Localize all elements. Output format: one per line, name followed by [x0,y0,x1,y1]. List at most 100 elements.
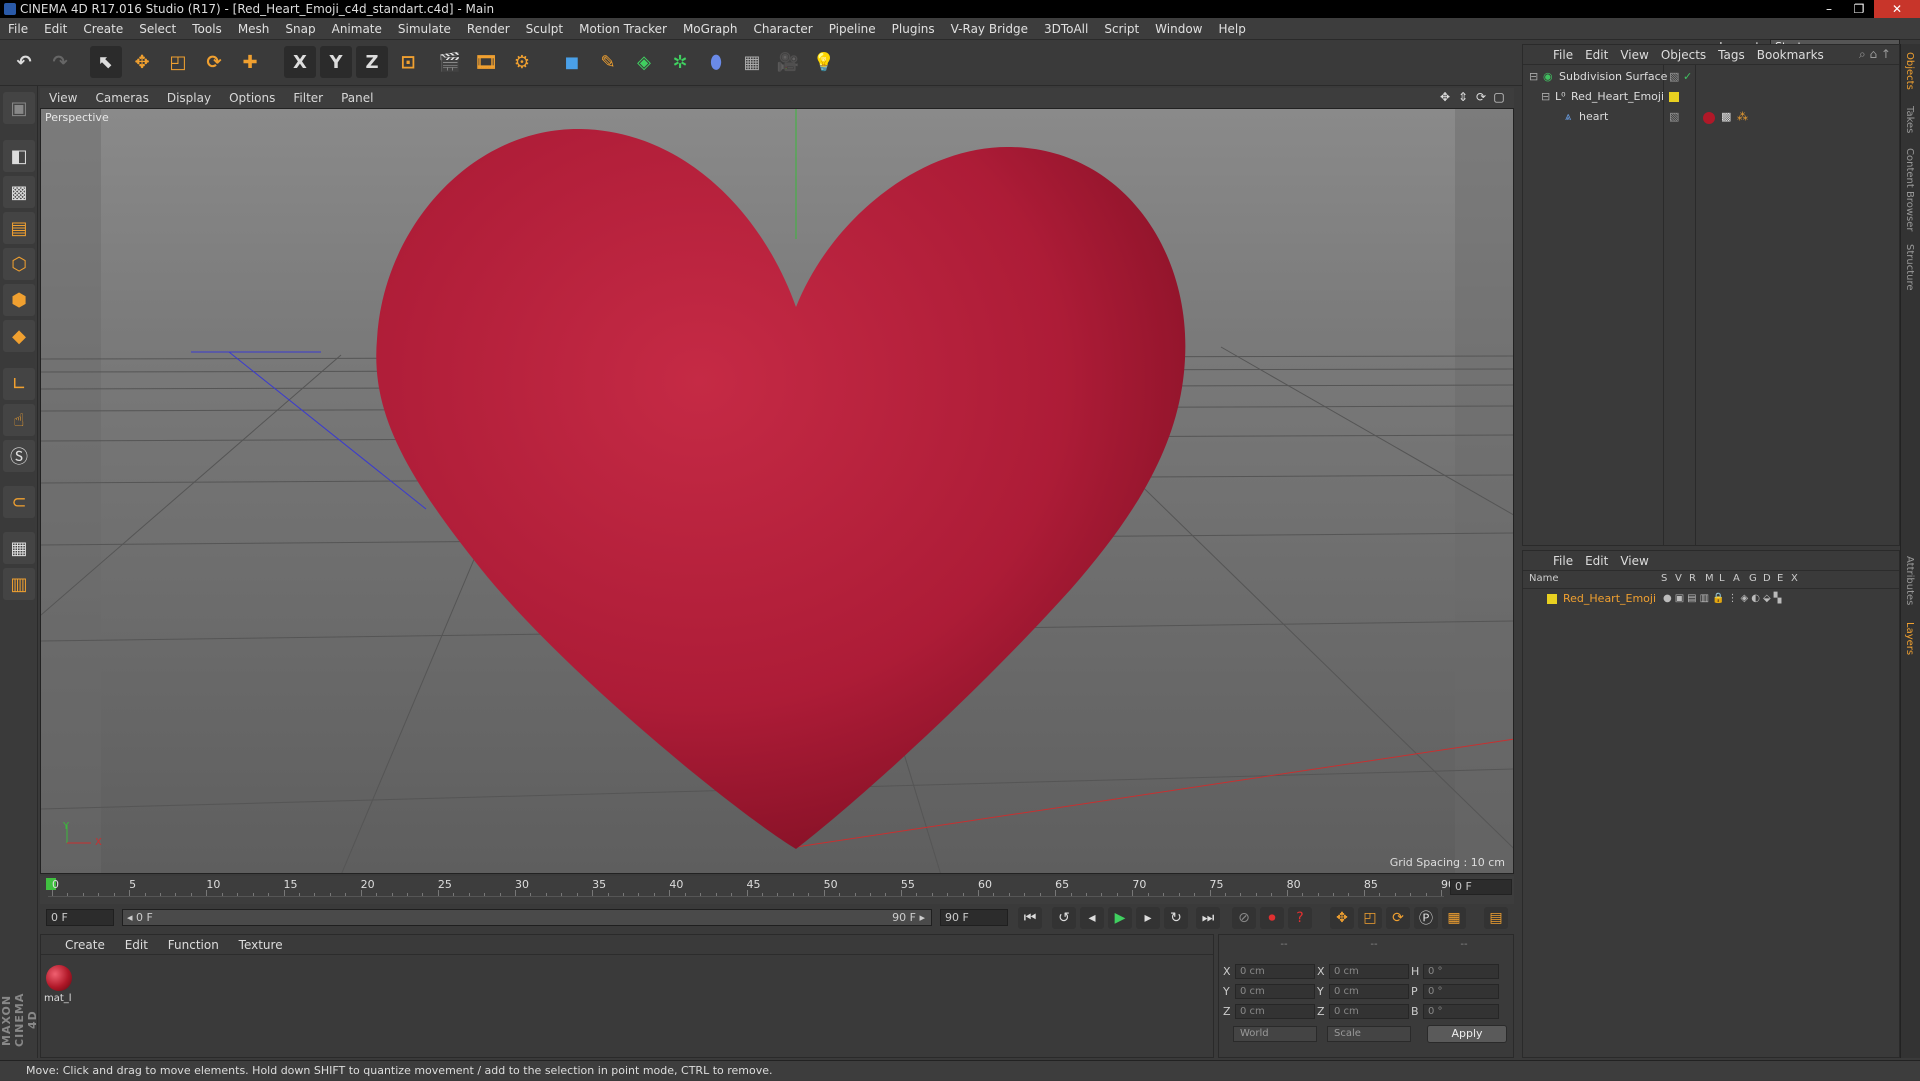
tweak-mode-icon[interactable]: ☝ [3,404,35,436]
menu-window[interactable]: Window [1147,18,1210,40]
edges-mode-icon[interactable]: ⬢ [3,284,35,316]
viewport-camera-label[interactable]: Perspective [45,111,109,124]
polygons-mode-icon[interactable]: ◆ [3,320,35,352]
viewport-menu-cameras[interactable]: Cameras [86,91,157,105]
scale-tool-icon[interactable]: ◰ [162,46,194,78]
z-axis-lock-button[interactable]: Z [356,46,388,78]
render-picture-viewer-icon[interactable]: 🎞 [470,46,502,78]
deformer-icon[interactable]: ⬮ [700,46,732,78]
menu-simulate[interactable]: Simulate [390,18,459,40]
layer-flag-icons[interactable]: ●▣▤▥🔒⋮◈◐⬙▚ [1663,589,1784,609]
tab-layers[interactable]: Layers [1904,622,1915,655]
key-rotation-icon[interactable]: ⟳ [1386,907,1410,929]
grid-snap-icon[interactable]: ▥ [3,568,35,600]
viewport-menu-display[interactable]: Display [158,91,220,105]
array-icon[interactable]: ✲ [664,46,696,78]
select-tool-icon[interactable]: ⬉ [90,46,122,78]
layer-color-swatch[interactable] [1547,594,1557,604]
viewport-menu-filter[interactable]: Filter [284,91,332,105]
start-frame-field[interactable]: 0 F [46,909,114,926]
autokey-icon[interactable]: ⏺ [1260,907,1284,929]
cube-object-icon[interactable]: ◼ [556,46,588,78]
column-expressions[interactable]: E [1777,573,1783,584]
spline-pen-icon[interactable]: ✎ [592,46,624,78]
viewport-menu-view[interactable]: View [40,91,86,105]
coordinate-mode-dropdown[interactable]: Scale [1327,1026,1411,1042]
position-z-field[interactable]: 0 cm [1235,1003,1315,1019]
next-frame-icon[interactable]: ▸ [1136,907,1160,929]
menu-tools[interactable]: Tools [184,18,230,40]
snap-magnet-icon[interactable]: ⊂ [3,486,35,518]
viewport-3d[interactable]: Y X Perspective Grid Spacing : 10 cm [40,108,1514,874]
viewport-menu-panel[interactable]: Panel [332,91,382,105]
menu-3dtoall[interactable]: 3DToAll [1036,18,1096,40]
layer-menu-edit[interactable]: Edit [1579,554,1614,568]
column-xrefs[interactable]: X [1791,573,1798,584]
column-animation[interactable]: A [1733,573,1740,584]
edit-toggle-icon[interactable]: ▧ [1669,67,1679,87]
menu-mesh[interactable]: Mesh [230,18,278,40]
column-deformers[interactable]: D [1763,573,1771,584]
size-y-field[interactable]: 0 cm [1329,983,1409,999]
tab-takes[interactable]: Takes [1904,106,1915,133]
object-row[interactable]: ⊟ L⁰ Red_Heart_Emoji [1523,87,1899,107]
workplane-lock-icon[interactable]: ▦ [3,532,35,564]
column-solo[interactable]: S [1661,573,1667,584]
uvw-tag-icon[interactable]: ▩ [1721,107,1731,127]
workplane-icon[interactable]: ▤ [3,212,35,244]
viewport-maximize-icon[interactable]: ▢ [1492,90,1506,104]
column-locked[interactable]: L [1719,573,1725,584]
object-row[interactable]: ⩓ heart ▧ ▩ ⁂ [1523,107,1899,127]
texture-mode-icon[interactable]: ▩ [3,176,35,208]
move-tool-icon[interactable]: ✥ [126,46,158,78]
menu-snap[interactable]: Snap [277,18,323,40]
material-menu-edit[interactable]: Edit [117,935,156,955]
floor-icon[interactable]: ▦ [736,46,768,78]
menu-help[interactable]: Help [1210,18,1253,40]
points-mode-icon[interactable]: ⬡ [3,248,35,280]
menu-pipeline[interactable]: Pipeline [821,18,884,40]
menu-edit[interactable]: Edit [36,18,75,40]
position-x-field[interactable]: 0 cm [1235,963,1315,979]
go-to-start-icon[interactable]: ⏮ [1018,907,1042,929]
menu-create[interactable]: Create [75,18,131,40]
apply-button[interactable]: Apply [1427,1025,1507,1043]
layer-color-swatch[interactable] [1669,92,1679,102]
make-editable-icon[interactable]: ▣ [3,92,35,124]
menu-sculpt[interactable]: Sculpt [518,18,571,40]
go-to-end-icon[interactable]: ⏭ [1196,907,1220,929]
column-manager[interactable]: M [1705,573,1714,584]
layer-menu-file[interactable]: File [1547,554,1579,568]
subdivision-icon[interactable]: ◈ [628,46,660,78]
object-menu-file[interactable]: File [1547,48,1579,62]
layer-menu-view[interactable]: View [1614,554,1654,568]
timeline-window-icon[interactable]: ▤ [1484,907,1508,929]
coordinate-space-dropdown[interactable]: World [1233,1026,1317,1042]
record-keys-icon[interactable]: ⊘ [1232,907,1256,929]
transform-tool-icon[interactable]: ✚ [234,46,266,78]
minimize-button[interactable]: – [1814,0,1844,18]
viewport-rotate-icon[interactable]: ⟳ [1474,90,1488,104]
object-row[interactable]: ⊟ ◉ Subdivision Surface ▧ ✓ [1523,67,1899,87]
menu-select[interactable]: Select [131,18,184,40]
viewport-pan-icon[interactable]: ✥ [1438,90,1452,104]
frame-range-slider[interactable]: ◂ 0 F 90 F ▸ [122,909,932,926]
object-menu-objects[interactable]: Objects [1655,48,1712,62]
object-menu-view[interactable]: View [1614,48,1654,62]
menu-animate[interactable]: Animate [324,18,390,40]
rotation-p-field[interactable]: 0 ° [1423,983,1499,999]
timeline-ruler[interactable]: 0 5 10 15 20 25 30 35 40 45 50 55 60 65 70 75 80 85 90 0 F [40,876,1514,904]
viewport-menu-options[interactable]: Options [220,91,284,105]
close-button[interactable]: ✕ [1874,0,1920,18]
render-view-icon[interactable]: 🎬 [434,46,466,78]
next-key-icon[interactable]: ↻ [1164,907,1188,929]
menu-script[interactable]: Script [1096,18,1147,40]
keyframe-selection-icon[interactable]: ? [1288,907,1312,929]
key-scale-icon[interactable]: ◰ [1358,907,1382,929]
end-frame-field[interactable]: 90 F [940,909,1008,926]
maximize-button[interactable]: ❐ [1844,0,1874,18]
material-tag-icon[interactable] [1703,112,1715,124]
redo-button[interactable]: ↷ [44,46,76,78]
material-menu-function[interactable]: Function [160,935,227,955]
object-menu-tags[interactable]: Tags [1712,48,1751,62]
